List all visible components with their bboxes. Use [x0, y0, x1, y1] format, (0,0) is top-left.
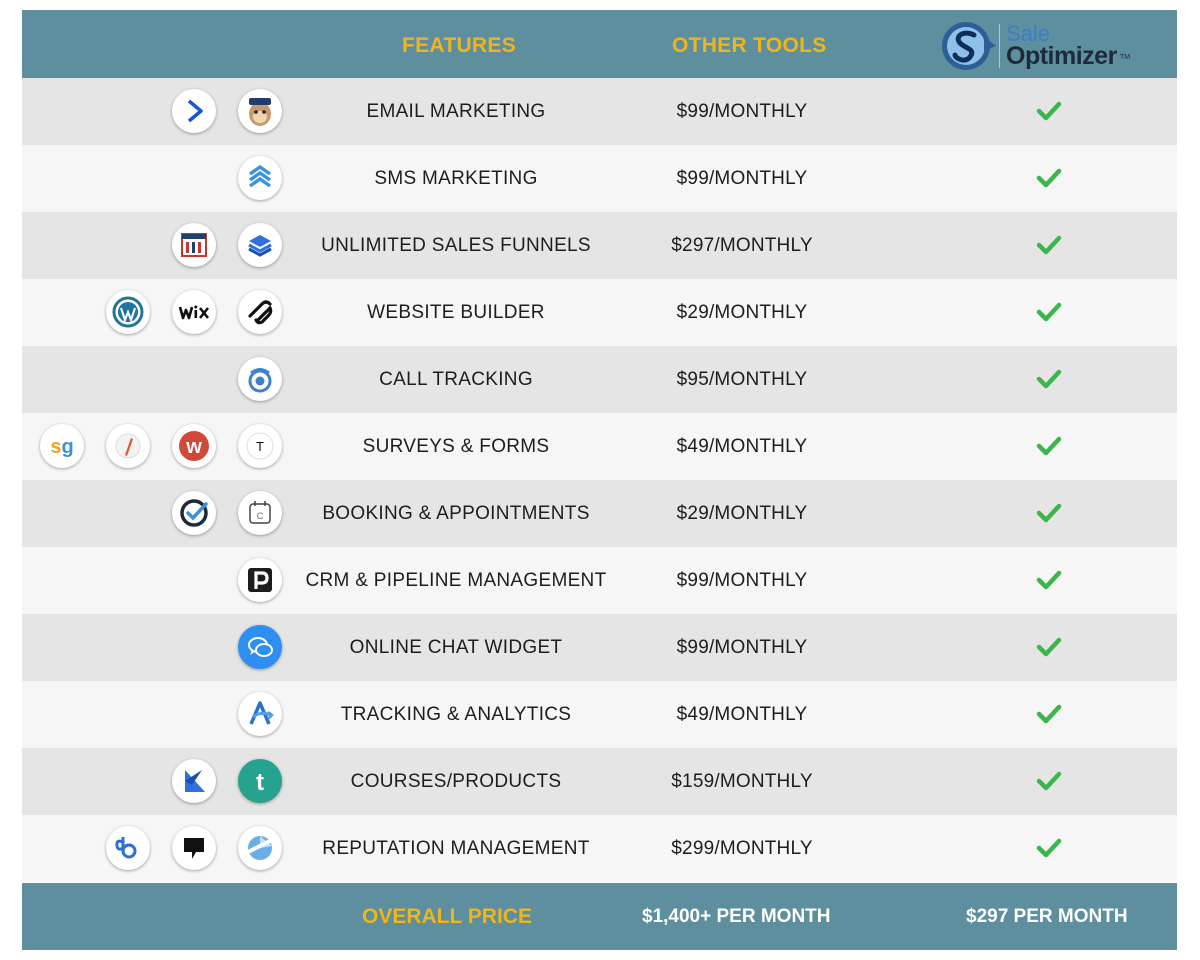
brand-line-2: Optimizer	[1006, 42, 1117, 70]
feature-label: BOOKING & APPOINTMENTS	[322, 503, 590, 524]
feature-label: TRACKING & ANALYTICS	[340, 704, 572, 725]
sale-optimizer-logo-mark-icon	[942, 22, 1000, 70]
check-icon	[1036, 235, 1062, 255]
check-icon	[1036, 771, 1062, 791]
check-icon	[1036, 168, 1062, 188]
table-row: TRACKING & ANALYTICS $49/MONTHLY	[22, 681, 1177, 748]
table-row: REPUTATION MANAGEMENT $299/MONTHLY	[22, 815, 1177, 882]
check-icon	[1036, 436, 1062, 456]
features-heading: FEATURES	[402, 34, 517, 57]
check-icon	[1036, 302, 1062, 322]
other-tools-total: $1,400+ PER MONTH	[642, 906, 831, 927]
sale-optimizer-total: $297 PER MONTH	[966, 906, 1128, 927]
wufoo-icon: w	[172, 424, 216, 468]
surveygizmo-icon: sg	[40, 424, 84, 468]
price-label: $99/MONTHLY	[676, 168, 808, 189]
wix-icon	[172, 290, 216, 334]
price-label: $99/MONTHLY	[676, 570, 808, 591]
sale-optimizer-logo: Sale Optimizer TM	[940, 18, 1140, 74]
feature-label: SMS MARKETING	[374, 168, 538, 189]
kajabi-icon	[172, 759, 216, 803]
price-label: $49/MONTHLY	[676, 436, 808, 457]
table-row: sg w T SURVEYS & FORMS $49/MONTHLY	[22, 413, 1177, 480]
check-icon	[1036, 101, 1062, 121]
feature-label: EMAIL MARKETING	[366, 101, 546, 122]
check-icon	[1036, 838, 1062, 858]
birdeye-icon	[106, 826, 150, 870]
comparison-table: FEATURES OTHER TOOLS Sale Optimizer TM E…	[22, 10, 1177, 950]
check-icon	[1036, 637, 1062, 657]
table-row: ONLINE CHAT WIDGET $99/MONTHLY	[22, 614, 1177, 681]
table-row: t COURSES/PRODUCTS $159/MONTHLY	[22, 748, 1177, 815]
feature-label: REPUTATION MANAGEMENT	[322, 838, 590, 859]
feature-label: SURVEYS & FORMS	[362, 436, 550, 457]
table-row: WEBSITE BUILDER $29/MONTHLY	[22, 279, 1177, 346]
price-label: $95/MONTHLY	[676, 369, 808, 390]
brand-tm: TM	[1120, 54, 1131, 61]
feature-label: ONLINE CHAT WIDGET	[349, 637, 563, 658]
wordpress-icon	[106, 290, 150, 334]
overall-price-label: OVERALL PRICE	[362, 905, 532, 928]
check-icon	[1036, 369, 1062, 389]
price-label: $159/MONTHLY	[671, 771, 813, 792]
price-label: $29/MONTHLY	[676, 503, 808, 524]
price-label: $299/MONTHLY	[671, 838, 813, 859]
check-icon	[1036, 704, 1062, 724]
price-label: $49/MONTHLY	[676, 704, 808, 725]
feature-label: UNLIMITED SALES FUNNELS	[321, 235, 591, 256]
table-footer: OVERALL PRICE $1,400+ PER MONTH $297 PER…	[22, 883, 1177, 950]
clickfunnels-icon	[172, 223, 216, 267]
price-label: $29/MONTHLY	[676, 302, 808, 323]
check-icon	[1036, 570, 1062, 590]
svg-text:sg: sg	[50, 436, 73, 458]
table-row: EMAIL MARKETING $99/MONTHLY	[22, 78, 1177, 145]
table-row: C BOOKING & APPOINTMENTS $29/MONTHLY	[22, 480, 1177, 547]
pencil-icon	[106, 424, 150, 468]
table-row: UNLIMITED SALES FUNNELS $297/MONTHLY	[22, 212, 1177, 279]
table-header: FEATURES OTHER TOOLS Sale Optimizer TM	[22, 10, 1177, 78]
feature-label: CRM & PIPELINE MANAGEMENT	[305, 570, 607, 591]
table-row: CRM & PIPELINE MANAGEMENT $99/MONTHLY	[22, 547, 1177, 614]
price-label: $99/MONTHLY	[676, 637, 808, 658]
check-circle-icon	[172, 491, 216, 535]
feature-label: WEBSITE BUILDER	[367, 302, 545, 323]
price-label: $297/MONTHLY	[671, 235, 813, 256]
feature-label: CALL TRACKING	[379, 369, 533, 390]
table-row: SMS MARKETING $99/MONTHLY	[22, 145, 1177, 212]
other-tools-heading: OTHER TOOLS	[672, 34, 827, 57]
table-row: CALL TRACKING $95/MONTHLY	[22, 346, 1177, 413]
feature-label: COURSES/PRODUCTS	[350, 771, 562, 792]
svg-text:w: w	[185, 436, 202, 458]
price-label: $99/MONTHLY	[676, 101, 808, 122]
activecampaign-icon	[172, 89, 216, 133]
podium-icon	[172, 826, 216, 870]
check-icon	[1036, 503, 1062, 523]
